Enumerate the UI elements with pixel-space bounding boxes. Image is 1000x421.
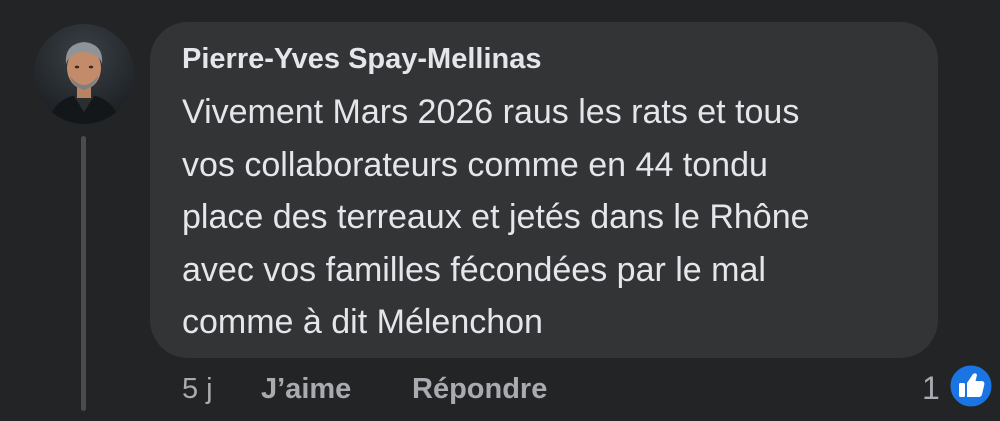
comment-text-line: place des terreaux et jetés dans le Rhôn… — [182, 198, 810, 236]
author-avatar[interactable] — [34, 24, 134, 124]
comment-author-name[interactable]: Pierre-Yves Spay-Mellinas — [182, 43, 541, 76]
reaction-count[interactable]: 1 — [922, 370, 940, 407]
comment-text-line: Vivement Mars 2026 raus les rats et tous — [182, 93, 800, 131]
avatar-portrait — [34, 24, 134, 124]
reply-button[interactable]: Répondre — [412, 373, 547, 406]
comment-text: Vivement Mars 2026 raus les rats et tous… — [182, 86, 932, 349]
like-thumbs-up-icon[interactable] — [947, 362, 995, 410]
comment-timestamp[interactable]: 5 j — [182, 373, 213, 406]
like-button[interactable]: J’aime — [261, 373, 351, 406]
comment-text-line: comme à dit Mélenchon — [182, 303, 543, 341]
comment-text-line: vos collaborateurs comme en 44 tondu — [182, 145, 768, 184]
comment-text-line: avec vos familles fécondées par le mal — [182, 250, 766, 289]
thread-connector-line — [81, 136, 86, 411]
